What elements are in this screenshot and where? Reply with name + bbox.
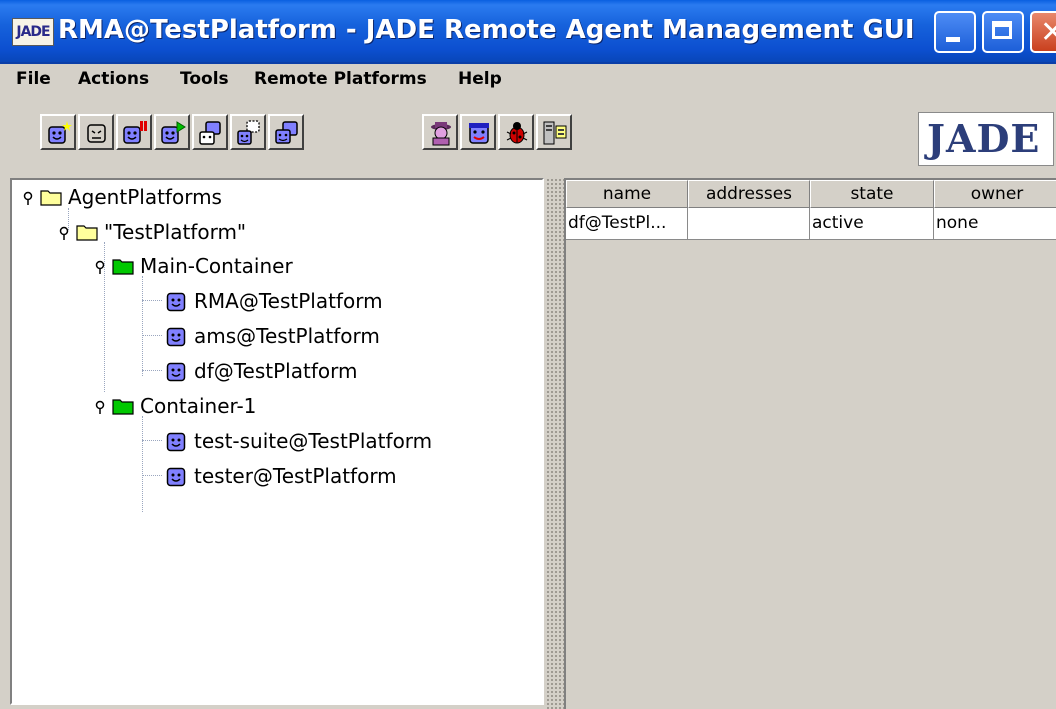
resume-agent-button[interactable] bbox=[154, 114, 190, 150]
agent-tree-panel[interactable]: AgentPlatforms "TestPlatform" Main-Conta… bbox=[10, 178, 544, 705]
log-manager-icon bbox=[543, 121, 567, 145]
tree-connector bbox=[142, 335, 162, 336]
dummy-agent-button[interactable] bbox=[460, 114, 496, 150]
tree-node-agent[interactable]: tester@TestPlatform bbox=[166, 462, 526, 492]
table-cell-addresses[interactable] bbox=[688, 208, 810, 240]
tree-connector bbox=[142, 440, 162, 441]
agent-icon bbox=[166, 327, 186, 347]
close-icon[interactable]: ✕ bbox=[1030, 11, 1056, 53]
table-cell-state[interactable]: active bbox=[810, 208, 934, 240]
tree-label: "TestPlatform" bbox=[104, 220, 247, 244]
tree-label: test-suite@TestPlatform bbox=[194, 429, 433, 453]
tree-label: AgentPlatforms bbox=[68, 185, 222, 209]
new-agent-icon bbox=[48, 121, 72, 144]
menu-file[interactable]: File bbox=[16, 69, 51, 89]
tree-label: ams@TestPlatform bbox=[194, 324, 380, 348]
tree-label: Main-Container bbox=[140, 254, 293, 278]
dummy-agent-icon bbox=[469, 123, 489, 144]
send-message-icon bbox=[199, 121, 221, 145]
send-message-button[interactable] bbox=[192, 114, 228, 150]
menu-tools[interactable]: Tools bbox=[180, 69, 229, 89]
rma-window: JADE RMA@TestPlatform - JADE Remote Agen… bbox=[0, 0, 1056, 709]
tree-label: RMA@TestPlatform bbox=[194, 289, 383, 313]
tree-node-agent[interactable]: df@TestPlatform bbox=[166, 357, 526, 387]
suspend-agent-button[interactable] bbox=[116, 114, 152, 150]
window-title: RMA@TestPlatform - JADE Remote Agent Man… bbox=[58, 15, 915, 45]
maximize-icon[interactable] bbox=[982, 11, 1024, 53]
table-cell-owner[interactable]: none bbox=[934, 208, 1056, 240]
folder-icon bbox=[40, 190, 62, 206]
column-header-owner[interactable]: owner bbox=[934, 180, 1056, 208]
table-cell-name[interactable]: df@TestPl... bbox=[566, 208, 688, 240]
tree-label: tester@TestPlatform bbox=[194, 464, 397, 488]
tree-node-main-container[interactable]: Main-Container bbox=[94, 252, 534, 282]
container-folder-icon bbox=[112, 259, 134, 275]
table-header: name addresses state owner bbox=[566, 180, 1056, 208]
migrate-agent-button[interactable] bbox=[230, 114, 266, 150]
title-bar[interactable]: JADE RMA@TestPlatform - JADE Remote Agen… bbox=[0, 0, 1056, 64]
tree-expand-handle-icon[interactable] bbox=[22, 191, 34, 205]
new-agent-button[interactable] bbox=[40, 114, 76, 150]
table-row[interactable]: df@TestPl... active none bbox=[566, 208, 1056, 240]
jade-app-icon[interactable]: JADE bbox=[12, 18, 54, 46]
tree-node-agent[interactable]: RMA@TestPlatform bbox=[166, 287, 526, 317]
agent-table-panel: name addresses state owner df@TestPl... … bbox=[564, 178, 1056, 709]
log-manager-button[interactable] bbox=[536, 114, 572, 150]
tree-expand-handle-icon[interactable] bbox=[58, 226, 70, 240]
tree-node-container-1[interactable]: Container-1 bbox=[94, 392, 534, 422]
menu-bar: File Actions Tools Remote Platforms Help bbox=[0, 64, 1056, 96]
sniffer-button[interactable] bbox=[422, 114, 458, 150]
jade-logo: JADE bbox=[918, 112, 1054, 166]
kill-agent-icon bbox=[87, 124, 106, 143]
menu-actions[interactable]: Actions bbox=[78, 69, 149, 89]
tree-connector bbox=[142, 276, 143, 376]
tree-connector bbox=[142, 416, 143, 512]
tree-node-test-platform[interactable]: "TestPlatform" bbox=[58, 218, 538, 248]
agent-icon bbox=[166, 292, 186, 312]
introspector-icon bbox=[506, 122, 528, 144]
clone-agent-icon bbox=[275, 121, 298, 144]
agent-icon bbox=[166, 467, 186, 487]
tree-connector bbox=[142, 370, 162, 371]
kill-agent-button[interactable] bbox=[78, 114, 114, 150]
tree-label: df@TestPlatform bbox=[194, 359, 358, 383]
agent-icon bbox=[166, 432, 186, 452]
migrate-agent-icon bbox=[237, 120, 260, 145]
column-header-name[interactable]: name bbox=[566, 180, 688, 208]
menu-help[interactable]: Help bbox=[458, 69, 502, 89]
menu-remote-platforms[interactable]: Remote Platforms bbox=[254, 69, 427, 89]
tree-connector bbox=[142, 300, 162, 301]
suspend-agent-icon bbox=[123, 121, 147, 144]
column-header-state[interactable]: state bbox=[810, 180, 934, 208]
tree-node-agent[interactable]: ams@TestPlatform bbox=[166, 322, 526, 352]
tree-node-agent-platforms[interactable]: AgentPlatforms bbox=[22, 183, 522, 213]
folder-icon bbox=[76, 225, 98, 241]
tree-node-agent[interactable]: test-suite@TestPlatform bbox=[166, 427, 526, 457]
resume-agent-icon bbox=[161, 121, 186, 144]
tree-label: Container-1 bbox=[140, 394, 257, 418]
introspector-button[interactable] bbox=[498, 114, 534, 150]
tree-expand-handle-icon[interactable] bbox=[94, 400, 106, 414]
toolbar: JADE bbox=[0, 100, 1056, 176]
agent-icon bbox=[166, 362, 186, 382]
container-folder-icon bbox=[112, 399, 134, 415]
split-pane-divider[interactable] bbox=[546, 178, 564, 709]
tree-expand-handle-icon[interactable] bbox=[94, 260, 106, 274]
minimize-icon[interactable] bbox=[934, 11, 976, 53]
sniffer-icon bbox=[431, 122, 451, 146]
column-header-addresses[interactable]: addresses bbox=[688, 180, 810, 208]
clone-agent-button[interactable] bbox=[268, 114, 304, 150]
tree-connector bbox=[142, 475, 162, 476]
